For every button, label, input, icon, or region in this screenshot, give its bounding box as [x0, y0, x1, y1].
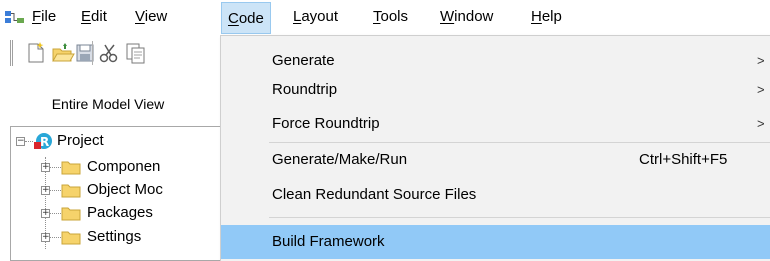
- new-file-icon[interactable]: [24, 41, 48, 65]
- expand-icon[interactable]: +: [41, 163, 50, 172]
- menu-code[interactable]: Code: [221, 2, 271, 34]
- menu-help-mnemonic: H: [531, 8, 542, 25]
- menu-bar: File Edit View Code Layout Tools Window …: [0, 0, 770, 34]
- menu-tools[interactable]: Tools: [371, 0, 410, 34]
- menu-view-mnemonic: V: [135, 8, 145, 25]
- menu-file-label: ile: [41, 8, 57, 25]
- copy-icon[interactable]: [124, 41, 146, 65]
- menu-item-force-roundtrip[interactable]: Force Roundtrip >: [221, 107, 770, 141]
- menu-item-clean-redundant[interactable]: Clean Redundant Source Files: [221, 178, 770, 212]
- folder-icon: [61, 207, 81, 221]
- submenu-arrow-icon: >: [757, 82, 765, 97]
- expand-icon[interactable]: +: [41, 209, 50, 218]
- menu-file[interactable]: File: [30, 0, 58, 34]
- menu-item-label: Clean Redundant Source Files: [272, 186, 477, 203]
- menu-code-label: ode: [238, 10, 264, 27]
- expand-icon[interactable]: +: [41, 186, 50, 195]
- menu-edit-mnemonic: E: [81, 8, 92, 25]
- project-icon: R: [34, 133, 52, 149]
- menu-separator: [269, 217, 770, 218]
- tree-root-label: Project: [57, 132, 104, 149]
- tree-item-label: Settings: [87, 228, 142, 245]
- menu-window-mnemonic: W: [440, 8, 455, 25]
- menu-edit[interactable]: Edit: [79, 0, 109, 34]
- tree-connector: [25, 141, 33, 142]
- menu-edit-label: dit: [91, 8, 107, 25]
- toolbar: [0, 34, 225, 90]
- submenu-arrow-icon: >: [757, 116, 765, 131]
- menu-item-label: Force Roundtrip: [272, 115, 380, 132]
- open-folder-icon[interactable]: [51, 41, 75, 65]
- menu-view[interactable]: View: [133, 0, 169, 34]
- menu-item-build-framework[interactable]: Build Framework: [221, 225, 770, 259]
- menu-view-label: iew: [144, 8, 168, 25]
- tree-item-label: Componen: [87, 158, 161, 175]
- panel-title: Entire Model View: [51, 96, 165, 112]
- menu-window-label: indow: [454, 8, 494, 25]
- code-menu-dropdown: Generate > Roundtrip > Force Roundtrip >…: [220, 35, 770, 261]
- menu-help[interactable]: Help: [529, 0, 564, 34]
- toolbar-separator: [92, 41, 93, 65]
- menu-file-mnemonic: F: [32, 8, 42, 25]
- menu-code-mnemonic: C: [228, 10, 239, 27]
- folder-icon: [61, 184, 81, 198]
- menu-item-shortcut: Ctrl+Shift+F5: [639, 151, 728, 168]
- menu-layout-label: ayout: [301, 8, 339, 25]
- app-logo-icon: [5, 11, 24, 23]
- menu-item-label: Roundtrip: [272, 81, 338, 98]
- svg-text:R: R: [40, 135, 49, 149]
- cut-icon[interactable]: [98, 41, 120, 65]
- menu-help-label: elp: [541, 8, 562, 25]
- tree-item-label: Packages: [87, 204, 153, 221]
- menu-item-label: Generate/Make/Run: [272, 151, 408, 168]
- menu-layout[interactable]: Layout: [291, 0, 340, 34]
- tree-item-label: Object Moc: [87, 181, 163, 198]
- menu-tools-mnemonic: T: [373, 8, 381, 25]
- menu-item-roundtrip[interactable]: Roundtrip >: [221, 73, 770, 107]
- menu-tools-label: ools: [380, 8, 409, 25]
- menu-item-label: Build Framework: [272, 233, 385, 250]
- expand-icon[interactable]: +: [41, 233, 50, 242]
- folder-icon: [61, 161, 81, 175]
- menu-item-generate-make-run[interactable]: Generate/Make/Run Ctrl+Shift+F5: [221, 143, 770, 177]
- toolbar-grip[interactable]: [10, 40, 13, 66]
- folder-icon: [61, 231, 81, 245]
- menu-window[interactable]: Window: [438, 0, 495, 34]
- collapse-icon[interactable]: −: [16, 137, 25, 146]
- model-tree: − R Project + Componen + Object Moc + Pa…: [10, 126, 225, 261]
